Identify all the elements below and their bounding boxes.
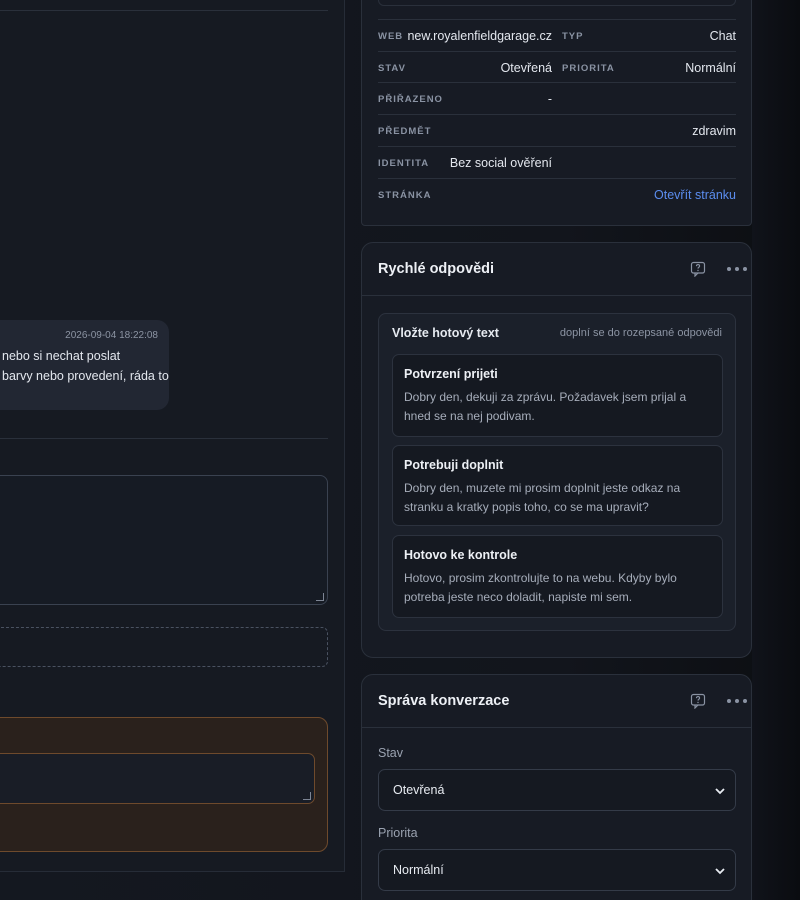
attachment-drop-zone[interactable] <box>0 627 328 667</box>
type-value: Chat <box>709 29 736 43</box>
conversation-management-header: Správa konverzace <box>362 675 751 728</box>
internal-note-box <box>0 717 328 852</box>
quick-reply-item[interactable]: Potrebuji doplnit Dobry den, muzete mi p… <box>392 445 723 526</box>
conversation-management-card: Správa konverzace Stav Otevřená Priorita… <box>361 674 752 900</box>
assigned-value: - <box>547 92 552 106</box>
identity-label: IDENTITA <box>378 157 430 169</box>
conversation-info-card: WEB new.royalenfieldgarage.cz TYP Chat S… <box>361 0 752 226</box>
info-priority: PRIORITA Normální <box>562 52 736 84</box>
message-line-2: barvy nebo provedení, ráda to <box>2 368 169 383</box>
info-subject: PŘEDMĚT zdravim <box>378 115 736 147</box>
chevron-down-icon <box>715 868 725 875</box>
thread-divider-bottom <box>0 438 328 439</box>
info-web: WEB new.royalenfieldgarage.cz <box>378 20 552 52</box>
priority-label: PRIORITA <box>562 62 615 74</box>
quick-replies-header: Rychlé odpovědi <box>362 243 751 296</box>
thread-divider-top <box>0 10 328 11</box>
type-label: TYP <box>562 30 584 42</box>
assigned-label: PŘIŘAZENO <box>378 93 443 105</box>
quick-reply-item[interactable]: Potvrzení prijeti Dobry den, dekuji za z… <box>392 354 723 437</box>
info-row-subject: PŘEDMĚT zdravim <box>378 114 736 146</box>
conversation-thread-panel: 2026-09-04 18:22:08 nebo si nechat posla… <box>0 0 345 872</box>
quick-replies-panel-hint: doplní se do rozepsané odpovědi <box>559 327 722 339</box>
more-dots-icon[interactable] <box>726 697 748 705</box>
info-page: STRÁNKA Otevřít stránku <box>378 179 736 211</box>
info-top-box <box>378 0 736 6</box>
quick-replies-card: Rychlé odpovědi Vložte hotový text dopln… <box>361 242 752 658</box>
state-label: STAV <box>378 62 406 74</box>
info-row-page: STRÁNKA Otevřít stránku <box>378 178 736 210</box>
page: 2026-09-04 18:22:08 nebo si nechat posla… <box>0 0 800 900</box>
message-text: nebo si nechat poslat barvy nebo provede… <box>2 347 172 386</box>
subject-label: PŘEDMĚT <box>378 125 432 137</box>
more-dots-icon[interactable] <box>726 265 748 273</box>
subject-value: zdravim <box>692 124 736 138</box>
chevron-down-icon <box>715 788 725 795</box>
info-state: STAV Otevřená <box>378 52 552 84</box>
message-timestamp: 2026-09-04 18:22:08 <box>65 330 158 341</box>
internal-note-textarea[interactable] <box>0 753 315 804</box>
priority-field-label: Priorita <box>378 826 418 840</box>
info-row-identity: IDENTITA Bez social ověření <box>378 146 736 178</box>
quick-replies-panel: Vložte hotový text doplní se do rozepsan… <box>378 313 736 631</box>
info-row-assigned: PŘIŘAZENO - <box>378 82 736 114</box>
state-field-label: Stav <box>378 746 404 760</box>
priority-select[interactable]: Normální <box>378 849 736 891</box>
info-identity: IDENTITA Bez social ověření <box>378 147 552 179</box>
info-row-web-type: WEB new.royalenfieldgarage.cz TYP Chat <box>378 19 736 51</box>
window-edge <box>752 0 800 900</box>
web-value: new.royalenfieldgarage.cz <box>407 29 552 43</box>
resize-grip-icon[interactable] <box>316 593 324 601</box>
quick-replies-panel-heading: Vložte hotový text <box>392 326 499 340</box>
message-bubble: 2026-09-04 18:22:08 nebo si nechat posla… <box>0 320 169 410</box>
open-page-link[interactable]: Otevřít stránku <box>654 188 736 202</box>
quick-reply-title: Potvrzení prijeti <box>404 367 498 381</box>
info-type: TYP Chat <box>562 20 736 52</box>
web-label: WEB <box>378 30 404 42</box>
help-bubble-icon[interactable] <box>690 693 706 709</box>
info-assigned: PŘIŘAZENO - <box>378 83 552 115</box>
identity-value: Bez social ověření <box>449 156 552 170</box>
state-select-value: Otevřená <box>393 783 445 797</box>
priority-select-value: Normální <box>393 863 444 877</box>
quick-reply-text: Dobry den, muzete mi prosim doplnit jest… <box>404 481 681 514</box>
priority-value: Normální <box>685 61 736 75</box>
resize-grip-icon[interactable] <box>303 792 311 800</box>
quick-reply-text: Dobry den, dekuji za zprávu. Požadavek j… <box>404 390 687 423</box>
quick-reply-title: Hotovo ke kontrole <box>404 548 518 562</box>
quick-replies-title: Rychlé odpovědi <box>378 261 495 277</box>
info-row-state-priority: STAV Otevřená PRIORITA Normální <box>378 51 736 83</box>
page-label: STRÁNKA <box>378 189 432 201</box>
help-bubble-icon[interactable] <box>690 261 706 277</box>
state-value: Otevřená <box>500 61 552 75</box>
quick-reply-text: Hotovo, prosim zkontrolujte to na webu. … <box>404 571 677 604</box>
quick-reply-title: Potrebuji doplnit <box>404 458 504 472</box>
conversation-management-title: Správa konverzace <box>378 693 510 709</box>
message-line-1: nebo si nechat poslat <box>2 349 121 363</box>
quick-reply-item[interactable]: Hotovo ke kontrole Hotovo, prosim zkontr… <box>392 535 723 618</box>
reply-textarea[interactable] <box>0 475 328 605</box>
state-select[interactable]: Otevřená <box>378 769 736 811</box>
